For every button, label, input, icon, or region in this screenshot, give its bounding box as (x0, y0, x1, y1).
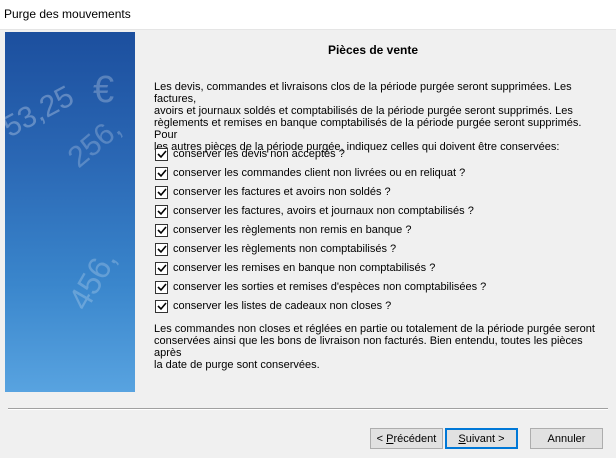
check-icon (156, 283, 167, 292)
intro-line: règlements et remises en banque comptabi… (154, 117, 582, 141)
option-commandes-non-livrees[interactable]: conserver les commandes client non livré… (155, 165, 465, 181)
option-label: conserver les règlements non comptabilis… (173, 243, 397, 255)
option-label: conserver les listes de cadeaux non clos… (173, 300, 392, 312)
option-factures-non-soldes[interactable]: conserver les factures et avoirs non sol… (155, 184, 391, 200)
banner-number-1: 53,25 (5, 80, 79, 144)
option-reglements-non-comptabilises[interactable]: conserver les règlements non comptabilis… (155, 241, 396, 257)
option-listes-cadeaux[interactable]: conserver les listes de cadeaux non clos… (155, 298, 391, 314)
option-label: conserver les devis non acceptés ? (173, 148, 345, 160)
window-title: Purge des mouvements (4, 7, 131, 21)
option-remises-non-comptabilises[interactable]: conserver les remises en banque non comp… (155, 260, 435, 276)
previous-prefix: < (376, 432, 387, 445)
wizard-content: Pièces de vente Les devis, commandes et … (135, 32, 611, 392)
banner-number-2: 256, (62, 111, 128, 174)
side-banner-image: 53,25 € 256, 456, (5, 32, 135, 392)
checkbox[interactable] (155, 261, 168, 275)
checkbox[interactable] (155, 299, 168, 313)
check-icon (156, 302, 167, 311)
banner-decoration: 53,25 € 256, 456, (5, 69, 128, 316)
option-reglements-non-remis[interactable]: conserver les règlements non remis en ba… (155, 222, 411, 238)
check-icon (156, 169, 167, 178)
title-bar[interactable]: Purge des mouvements (0, 0, 616, 30)
banner-number-3: 456, (61, 244, 123, 316)
checkbox[interactable] (155, 147, 168, 161)
check-icon (156, 245, 167, 254)
option-sorties-especes[interactable]: conserver les sorties et remises d'espèc… (155, 279, 486, 295)
page-title: Pièces de vente (327, 43, 419, 57)
next-button[interactable]: Suivant > (445, 428, 518, 449)
check-icon (156, 150, 167, 159)
option-devis-non-acceptes[interactable]: conserver les devis non acceptés ? (155, 146, 345, 162)
option-factures-non-comptabilises[interactable]: conserver les factures, avoirs et journa… (155, 203, 474, 219)
option-label: conserver les remises en banque non comp… (173, 262, 436, 274)
intro-text: Les devis, commandes et livraisons clos … (154, 81, 600, 153)
outro-text: Les commandes non closes et réglées en p… (154, 323, 600, 371)
check-icon (156, 264, 167, 273)
checkbox[interactable] (155, 185, 168, 199)
cancel-button[interactable]: Annuler (530, 428, 603, 449)
option-label: conserver les règlements non remis en ba… (173, 224, 412, 236)
previous-button[interactable]: < Précédent (370, 428, 443, 449)
option-label: conserver les sorties et remises d'espèc… (173, 281, 487, 293)
option-label: conserver les commandes client non livré… (173, 167, 466, 179)
outro-line: conservées ainsi que les bons de livrais… (154, 335, 583, 359)
checkbox[interactable] (155, 223, 168, 237)
outro-line: la date de purge sont conservées. (154, 359, 320, 371)
check-icon (156, 188, 167, 197)
option-label: conserver les factures, avoirs et journa… (173, 205, 474, 217)
option-label: conserver les factures et avoirs non sol… (173, 186, 391, 198)
intro-line: Les devis, commandes et livraisons clos … (154, 81, 572, 105)
next-rest: uivant (465, 432, 496, 445)
footer-separator (8, 408, 608, 410)
checkbox[interactable] (155, 280, 168, 294)
intro-line: avoirs et journaux soldés et comptabilis… (154, 105, 573, 117)
check-icon (156, 226, 167, 235)
checkbox[interactable] (155, 204, 168, 218)
checkbox[interactable] (155, 242, 168, 256)
outro-line: Les commandes non closes et réglées en p… (154, 323, 595, 335)
previous-rest: récédent (393, 432, 437, 445)
next-mnemonic: S (458, 432, 466, 445)
checkbox[interactable] (155, 166, 168, 180)
previous-mnemonic: P (386, 432, 394, 445)
next-suffix: > (495, 432, 505, 445)
banner-euro-sign: € (93, 69, 114, 111)
check-icon (156, 207, 167, 216)
